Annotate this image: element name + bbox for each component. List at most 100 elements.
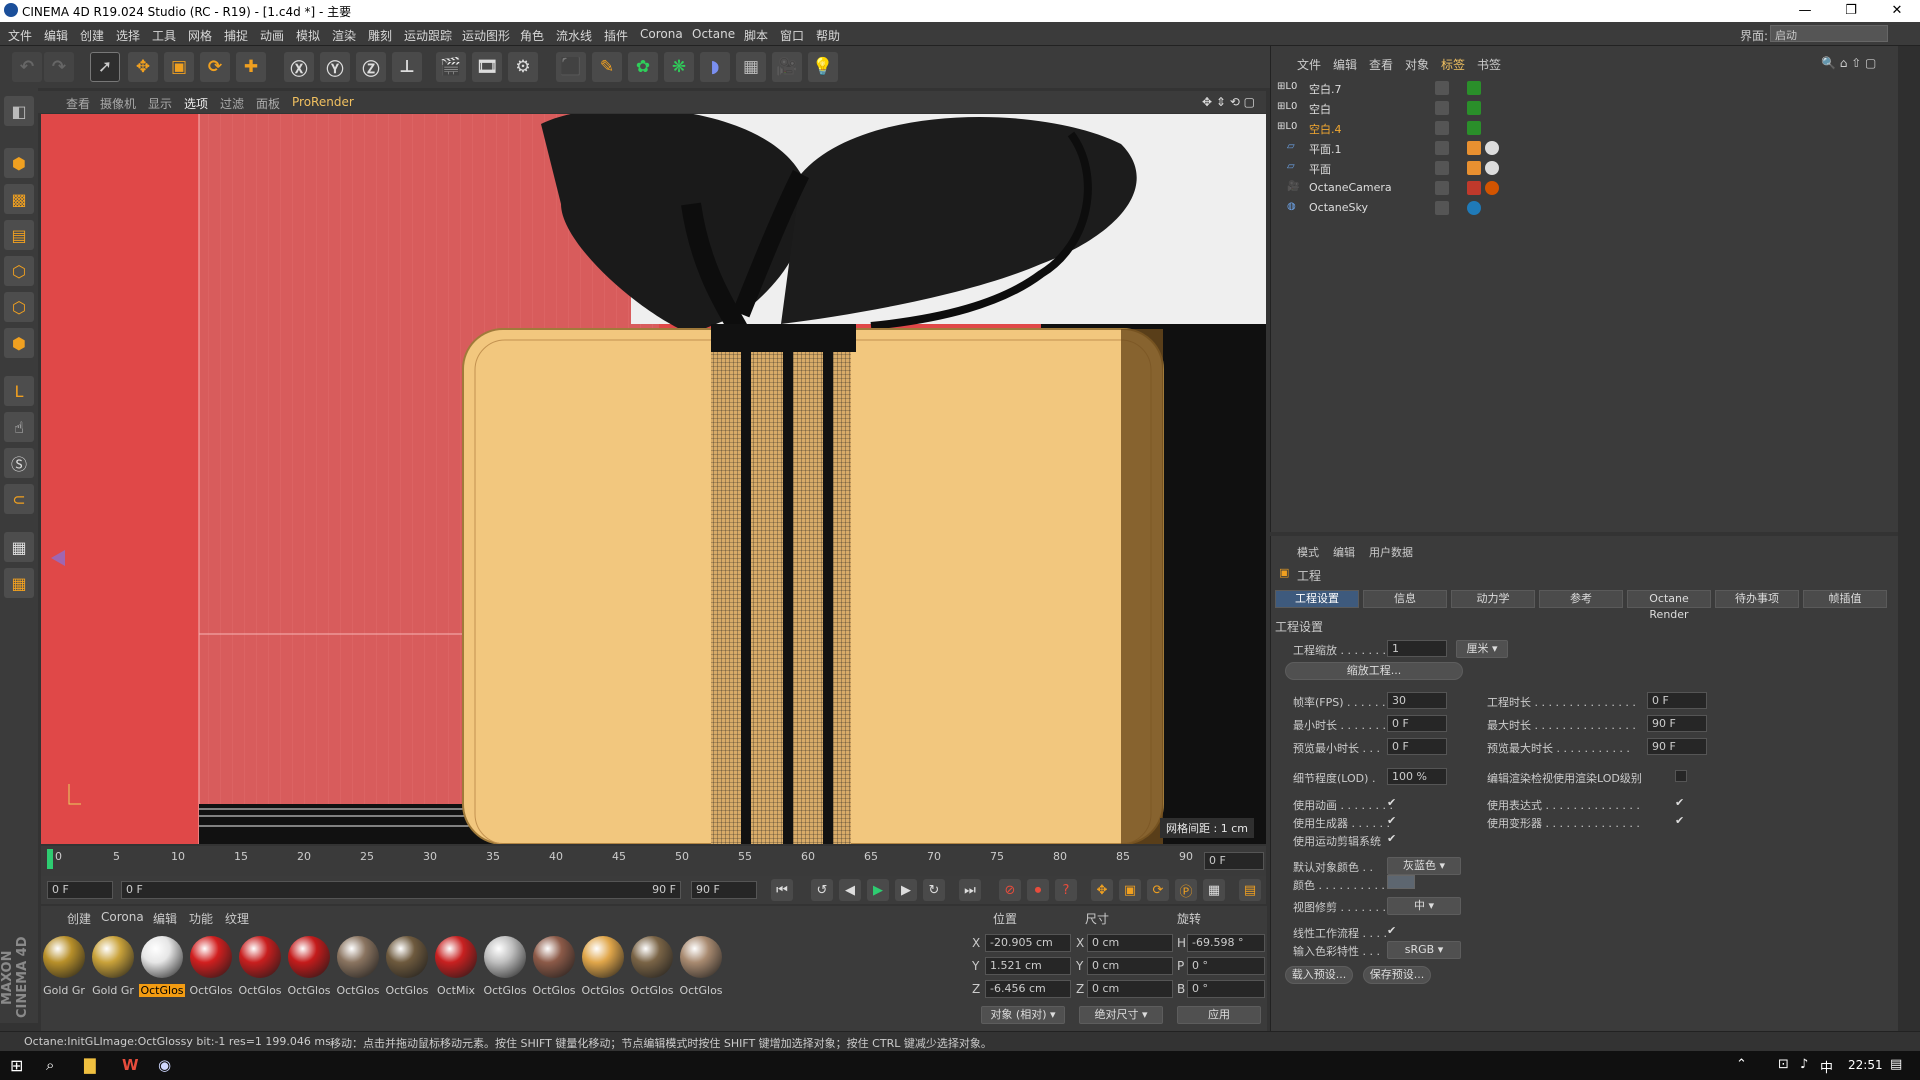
key-parameter-icon[interactable]: Ⓟ: [1175, 879, 1197, 901]
next-key-icon[interactable]: ↻: [923, 879, 945, 901]
tab-reference[interactable]: 参考: [1539, 590, 1623, 608]
material-swatch[interactable]: OctMix: [433, 934, 479, 1002]
material-swatch[interactable]: Gold Gr: [90, 934, 136, 1002]
timeline-ruler[interactable]: 0 5 10 15 20 25 30 35 40 45 50 55 60 65 …: [41, 846, 1266, 876]
menu-corona[interactable]: Corona: [640, 27, 683, 41]
material-menu-edit[interactable]: 编辑: [153, 910, 177, 927]
key-position-icon[interactable]: ✥: [1091, 879, 1113, 901]
project-scale-field[interactable]: 1: [1387, 640, 1447, 657]
visibility-icon[interactable]: [1435, 121, 1449, 135]
notification-icon[interactable]: ▤: [1890, 1057, 1902, 1072]
file-explorer-icon[interactable]: ▇: [84, 1056, 96, 1074]
object-row[interactable]: ▱ 平面: [1273, 158, 1895, 178]
material-swatch[interactable]: OctGlos: [629, 934, 675, 1002]
tab-info[interactable]: 信息: [1363, 590, 1447, 608]
deformer-icon[interactable]: ◗: [700, 52, 730, 82]
make-editable-icon[interactable]: ◧: [4, 96, 34, 126]
key-pla-icon[interactable]: ▦: [1203, 879, 1225, 901]
object-row[interactable]: ▱ 平面.1: [1273, 138, 1895, 158]
max-time-field[interactable]: 90 F: [1647, 715, 1707, 732]
use-generators-checkbox[interactable]: ✔: [1387, 815, 1399, 827]
timeline-window-icon[interactable]: ▤: [1239, 879, 1261, 901]
object-row[interactable]: ◍ OctaneSky: [1273, 198, 1895, 218]
viewport-menu-prorender[interactable]: ProRender: [292, 95, 354, 109]
object-menu-bookmarks[interactable]: 书签: [1477, 56, 1501, 73]
octane-environment-tag-icon[interactable]: [1467, 201, 1481, 215]
material-swatch[interactable]: OctGlos: [286, 934, 332, 1002]
material-swatch[interactable]: OctGlos: [482, 934, 528, 1002]
menu-mesh[interactable]: 网格: [188, 27, 212, 44]
size-z-field[interactable]: 0 cm: [1087, 980, 1173, 998]
viewport-menu-cameras[interactable]: 摄像机: [100, 95, 136, 112]
visibility-icon[interactable]: [1435, 181, 1449, 195]
lock-workplane-icon[interactable]: ▦: [4, 532, 34, 562]
default-color-select[interactable]: 灰蓝色 ▾: [1387, 857, 1461, 875]
tab-todo[interactable]: 待办事项: [1715, 590, 1799, 608]
object-menu-tags[interactable]: 标签: [1441, 56, 1465, 73]
redo-button[interactable]: ↷: [44, 52, 74, 82]
visibility-icon[interactable]: [1435, 161, 1449, 175]
move-tool-icon[interactable]: ✥: [128, 52, 158, 82]
use-deformers-checkbox[interactable]: ✔: [1675, 815, 1687, 827]
axis-mode-icon[interactable]: L: [4, 376, 34, 406]
cube-icon[interactable]: ⬛: [556, 52, 586, 82]
rot-b-field[interactable]: 0 °: [1187, 980, 1265, 998]
apply-button[interactable]: 应用: [1177, 1006, 1261, 1024]
object-menu-view[interactable]: 查看: [1369, 56, 1393, 73]
start-frame-field[interactable]: 0 F: [47, 881, 113, 899]
menu-snap[interactable]: 捕捉: [224, 27, 248, 44]
pos-y-field[interactable]: 1.521 cm: [985, 957, 1071, 975]
frame-range-slider[interactable]: 0 F 90 F: [121, 881, 681, 899]
menu-simulate[interactable]: 模拟: [296, 27, 320, 44]
menu-mograph[interactable]: 运动图形: [462, 27, 510, 44]
cloner-icon[interactable]: ❋: [664, 52, 694, 82]
undo-button[interactable]: ↶: [12, 52, 42, 82]
lod-field[interactable]: 100 %: [1387, 768, 1447, 785]
attr-menu-edit[interactable]: 编辑: [1333, 544, 1355, 560]
scale-project-button[interactable]: 缩放工程...: [1285, 662, 1463, 680]
model-mode-icon[interactable]: ⬢: [4, 148, 34, 178]
visibility-icon[interactable]: [1435, 201, 1449, 215]
tab-project-settings[interactable]: 工程设置: [1275, 590, 1359, 608]
volume-icon[interactable]: ♪: [1800, 1057, 1808, 1072]
previous-frame-icon[interactable]: ◀: [839, 879, 861, 901]
y-axis-lock-icon[interactable]: Ⓨ: [320, 52, 350, 82]
menu-animate[interactable]: 动画: [260, 27, 284, 44]
size-y-field[interactable]: 0 cm: [1087, 957, 1173, 975]
protection-tag-icon[interactable]: [1485, 181, 1499, 195]
object-search-icon[interactable]: 🔍 ⌂ ⇧ ▢: [1821, 56, 1876, 70]
menu-help[interactable]: 帮助: [816, 27, 840, 44]
fps-field[interactable]: 30: [1387, 692, 1447, 709]
key-scale-icon[interactable]: ▣: [1119, 879, 1141, 901]
go-to-end-icon[interactable]: ⏭: [959, 879, 981, 901]
material-menu-corona[interactable]: Corona: [101, 910, 144, 924]
object-menu-file[interactable]: 文件: [1297, 56, 1321, 73]
render-settings-icon[interactable]: ⚙: [508, 52, 538, 82]
scale-tool-icon[interactable]: ▣: [164, 52, 194, 82]
material-menu-texture[interactable]: 纹理: [225, 910, 249, 927]
attr-menu-userdata[interactable]: 用户数据: [1369, 544, 1413, 560]
menu-octane[interactable]: Octane: [692, 27, 735, 41]
min-time-field[interactable]: 0 F: [1387, 715, 1447, 732]
tag-icon[interactable]: [1467, 121, 1481, 135]
material-swatch[interactable]: OctGlos: [678, 934, 724, 1002]
material-swatch[interactable]: OctGlos: [531, 934, 577, 1002]
snap-icon[interactable]: Ⓢ: [4, 448, 34, 478]
menu-script[interactable]: 脚本: [744, 27, 768, 44]
menu-edit[interactable]: 编辑: [44, 27, 68, 44]
viewport-navigation-icons[interactable]: ✥ ⇕ ⟲ ▢: [1202, 95, 1255, 109]
close-button[interactable]: ✕: [1874, 0, 1920, 22]
material-swatch[interactable]: OctGlos: [384, 934, 430, 1002]
viewport-menu-filter[interactable]: 过滤: [220, 95, 244, 112]
render-picture-viewer-icon[interactable]: 🎞: [472, 52, 502, 82]
preview-max-field[interactable]: 90 F: [1647, 738, 1707, 755]
right-side-tabs[interactable]: [1898, 46, 1920, 1031]
material-swatch[interactable]: OctGlos: [580, 934, 626, 1002]
search-icon[interactable]: ⌕: [46, 1056, 54, 1074]
object-menu-objects[interactable]: 对象: [1405, 56, 1429, 73]
viewport-menu-options[interactable]: 选项: [184, 95, 208, 112]
z-axis-lock-icon[interactable]: Ⓩ: [356, 52, 386, 82]
octane-camera-tag-icon[interactable]: [1467, 181, 1481, 195]
layout-select[interactable]: 启动: [1770, 25, 1888, 42]
rotate-tool-icon[interactable]: ⟳: [200, 52, 230, 82]
